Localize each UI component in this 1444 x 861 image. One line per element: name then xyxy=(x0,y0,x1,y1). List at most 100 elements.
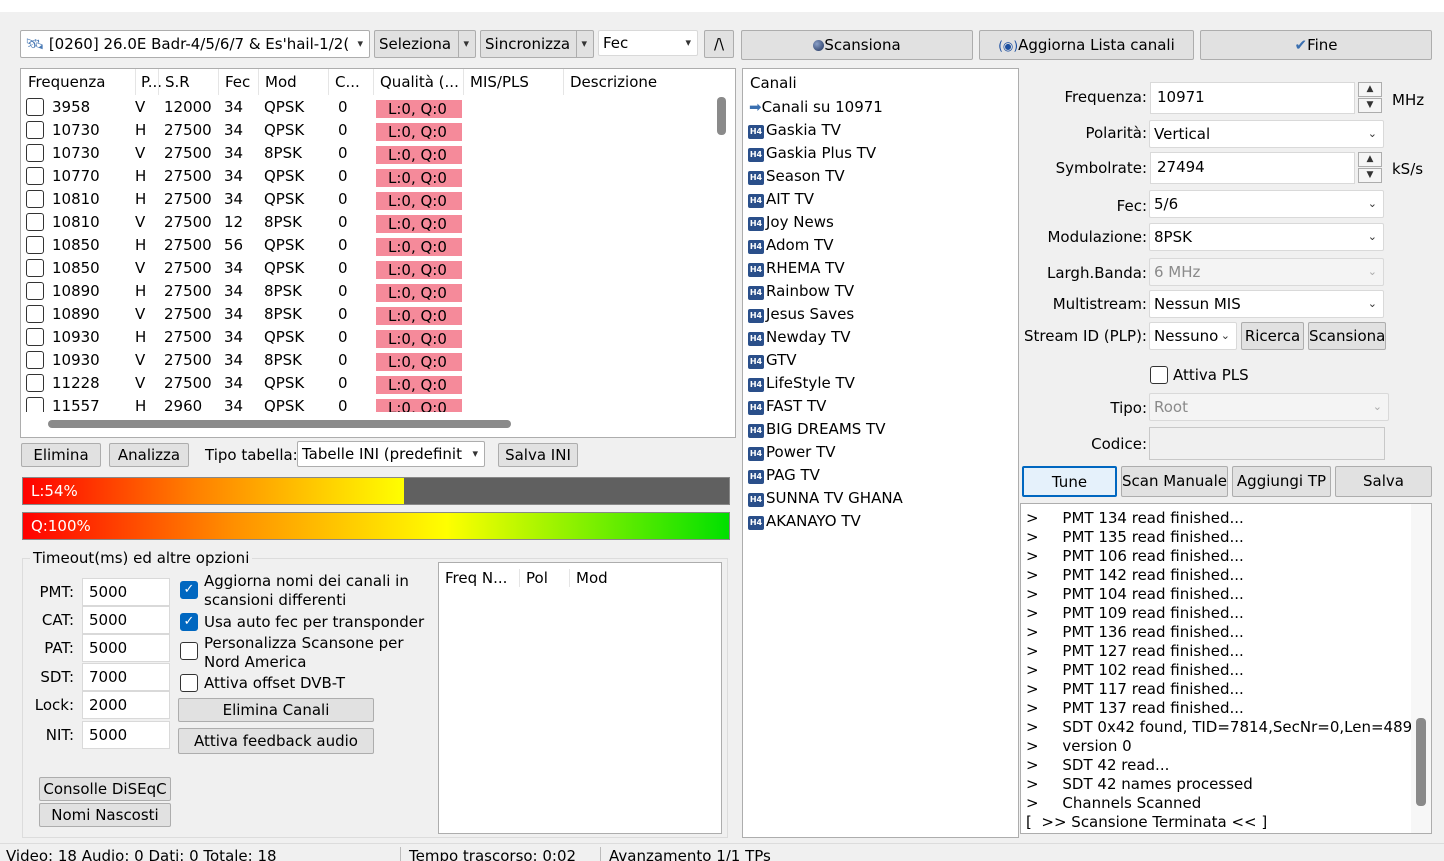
timeout-input[interactable]: 5000 xyxy=(82,578,170,606)
col-quality[interactable]: Qualità (... xyxy=(373,69,459,95)
channel-item[interactable]: H4 LifeStyle TV xyxy=(748,372,855,395)
dvbt-offset-checkbox[interactable] xyxy=(180,674,198,692)
row-checkbox[interactable] xyxy=(26,328,44,346)
channel-item[interactable]: H4 Season TV xyxy=(748,165,845,188)
table-row[interactable]: 10770 H 27500 34 QPSK 0 L:0, Q:0 xyxy=(21,165,711,188)
save-ini-button[interactable]: Salva INI xyxy=(498,443,578,467)
table-row[interactable]: 10810 V 27500 12 8PSK 0 L:0, Q:0 xyxy=(21,211,711,234)
row-checkbox[interactable] xyxy=(26,236,44,254)
manual-scan-button[interactable]: Scan Manuale xyxy=(1121,466,1228,497)
row-checkbox[interactable] xyxy=(26,374,44,392)
delete-button[interactable]: Elimina xyxy=(21,443,101,467)
save-button[interactable]: Salva xyxy=(1335,466,1432,497)
scan-button[interactable]: Scansiona xyxy=(741,30,973,60)
timeout-input[interactable]: 2000 xyxy=(82,691,170,719)
table-row[interactable]: 10810 H 27500 34 QPSK 0 L:0, Q:0 xyxy=(21,188,711,211)
table-row[interactable]: 10730 H 27500 34 QPSK 0 L:0, Q:0 xyxy=(21,119,711,142)
log-scrollbar-thumb[interactable] xyxy=(1416,718,1426,806)
tree-root[interactable]: ➡Canali su 10971 xyxy=(749,96,883,119)
type-select[interactable]: Root ⌄ xyxy=(1149,393,1389,421)
hidden-names-button[interactable]: Nomi Nascosti xyxy=(39,803,171,827)
select-dropdown[interactable]: Seleziona ▾ xyxy=(374,30,476,58)
symbolrate-input[interactable]: 27494 xyxy=(1150,152,1355,184)
channel-item[interactable]: H4 FAST TV xyxy=(748,395,826,418)
timeout-input[interactable]: 5000 xyxy=(82,634,170,662)
search-button[interactable]: Ricerca xyxy=(1241,322,1304,350)
channels-header[interactable]: Canali xyxy=(750,74,797,92)
col-channels[interactable]: C... xyxy=(328,69,360,95)
log-scrollbar[interactable] xyxy=(1411,504,1431,833)
auto-fec-checkbox[interactable]: ✓ xyxy=(180,613,198,631)
diseqc-console-button[interactable]: Consolle DiSEqC xyxy=(39,777,171,801)
channel-item[interactable]: H4 AIT TV xyxy=(748,188,814,211)
table-row[interactable]: 10890 V 27500 34 8PSK 0 L:0, Q:0 xyxy=(21,303,711,326)
col-mis-pls[interactable]: MIS/PLS xyxy=(463,69,529,95)
channel-item[interactable]: H4 Newday TV xyxy=(748,326,851,349)
timeout-input[interactable]: 7000 xyxy=(82,663,170,691)
satellite-select[interactable]: 🛰 [0260] 26.0E Badr-4/5/6/7 & Es'hail-1/… xyxy=(20,30,370,58)
frequency-up[interactable]: ▲ xyxy=(1358,82,1382,97)
col-symbolrate[interactable]: S.R xyxy=(158,69,190,95)
channel-item[interactable]: H4 AKANAYO TV xyxy=(748,510,861,533)
north-america-checkbox[interactable] xyxy=(180,642,198,660)
multistream-select[interactable]: Nessun MIS ⌄ xyxy=(1149,290,1384,318)
audio-feedback-button[interactable]: Attiva feedback audio xyxy=(178,728,374,754)
timeout-input[interactable]: 5000 xyxy=(82,606,170,634)
table-row[interactable]: 10730 V 27500 34 8PSK 0 L:0, Q:0 xyxy=(21,142,711,165)
col-pol[interactable]: Pol xyxy=(519,569,548,587)
modulation-select[interactable]: 8PSK ⌄ xyxy=(1149,223,1384,251)
channel-item[interactable]: H4 SUNNA TV GHANA xyxy=(748,487,903,510)
table-row[interactable]: 11228 V 27500 34 QPSK 0 L:0, Q:0 xyxy=(21,372,711,395)
col-description[interactable]: Descrizione xyxy=(563,69,657,95)
col-frequency[interactable]: Frequenza xyxy=(28,69,105,95)
row-checkbox[interactable] xyxy=(26,305,44,323)
fec-select[interactable]: Fec ▾ xyxy=(598,30,698,56)
table-row[interactable]: 10850 V 27500 34 QPSK 0 L:0, Q:0 xyxy=(21,257,711,280)
row-checkbox[interactable] xyxy=(26,98,44,116)
add-tp-button[interactable]: Aggiungi TP xyxy=(1232,466,1331,497)
row-checkbox[interactable] xyxy=(26,397,44,412)
table-row[interactable]: 10890 H 27500 34 8PSK 0 L:0, Q:0 xyxy=(21,280,711,303)
delete-channels-button[interactable]: Elimina Canali xyxy=(178,698,374,722)
update-names-checkbox[interactable]: ✓ xyxy=(180,581,198,599)
channel-item[interactable]: H4 Rainbow TV xyxy=(748,280,854,303)
symbolrate-down[interactable]: ▼ xyxy=(1358,168,1382,183)
analyze-button[interactable]: Analizza xyxy=(109,443,189,467)
row-checkbox[interactable] xyxy=(26,351,44,369)
row-checkbox[interactable] xyxy=(26,167,44,185)
channel-item[interactable]: H4 PAG TV xyxy=(748,464,820,487)
polarity-select[interactable]: Vertical ⌄ xyxy=(1149,120,1384,148)
table-row[interactable]: 11557 H 2960 34 QPSK 0 L:0, Q:0 xyxy=(21,395,711,412)
hscrollbar-thumb[interactable] xyxy=(48,420,511,428)
collapse-button[interactable]: /\ xyxy=(704,30,734,58)
table-type-select[interactable]: Tabelle INI (predefinit ▾ xyxy=(297,441,485,467)
row-checkbox[interactable] xyxy=(26,190,44,208)
pls-checkbox[interactable] xyxy=(1150,366,1168,384)
channel-item[interactable]: H4 RHEMA TV xyxy=(748,257,845,280)
table-row[interactable]: 10850 H 27500 56 QPSK 0 L:0, Q:0 xyxy=(21,234,711,257)
timeout-input[interactable]: 5000 xyxy=(82,721,170,749)
table-row[interactable]: 10930 H 27500 34 QPSK 0 L:0, Q:0 xyxy=(21,326,711,349)
fec-select-tuner[interactable]: 5/6 ⌄ xyxy=(1149,190,1384,218)
channel-item[interactable]: H4 Power TV xyxy=(748,441,836,464)
update-channels-button[interactable]: (◉)Aggiorna Lista canali xyxy=(979,30,1194,60)
col-mod[interactable]: Mod xyxy=(258,69,297,95)
table-row[interactable]: 10930 V 27500 34 8PSK 0 L:0, Q:0 xyxy=(21,349,711,372)
horizontal-scrollbar[interactable] xyxy=(21,412,735,437)
stream-scan-button[interactable]: Scansiona xyxy=(1308,322,1386,350)
channel-item[interactable]: H4 Adom TV xyxy=(748,234,834,257)
finish-button[interactable]: ✔Fine xyxy=(1200,30,1432,60)
channel-item[interactable]: H4 Joy News xyxy=(748,211,834,234)
scrollbar-thumb[interactable] xyxy=(717,97,726,135)
symbolrate-up[interactable]: ▲ xyxy=(1358,152,1382,167)
tune-button[interactable]: Tune xyxy=(1022,466,1117,497)
stream-id-select[interactable]: Nessuno ⌄ xyxy=(1149,322,1237,350)
channel-item[interactable]: H4 Jesus Saves xyxy=(748,303,854,326)
row-checkbox[interactable] xyxy=(26,282,44,300)
bandwidth-select[interactable]: 6 MHz ⌄ xyxy=(1149,258,1384,286)
col-fec[interactable]: Fec xyxy=(218,69,250,95)
code-input[interactable] xyxy=(1149,427,1385,460)
table-row[interactable]: 3958 V 12000 34 QPSK 0 L:0, Q:0 xyxy=(21,96,711,119)
vertical-scrollbar[interactable] xyxy=(711,69,735,412)
frequency-down[interactable]: ▼ xyxy=(1358,98,1382,113)
